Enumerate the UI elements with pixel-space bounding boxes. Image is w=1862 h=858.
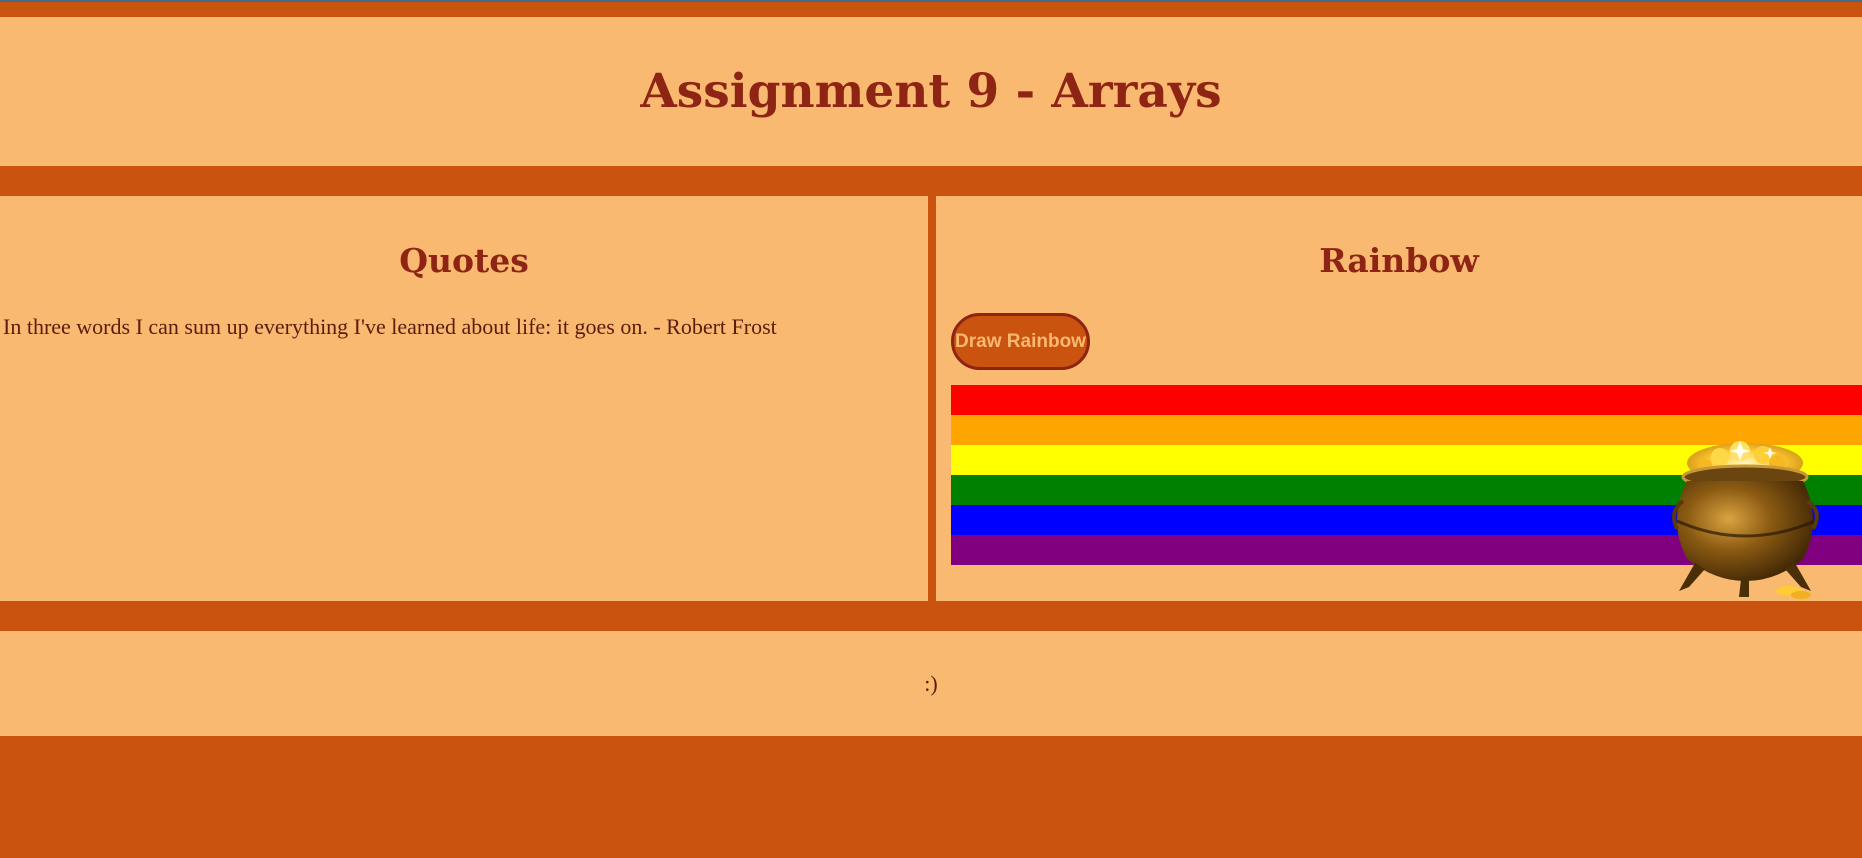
quotes-panel: Quotes In three words I can sum up every… <box>0 196 928 601</box>
top-border <box>0 0 1862 2</box>
quote-text: In three words I can sum up everything I… <box>3 314 777 339</box>
rainbow-panel: Rainbow Draw Rainbow <box>936 196 1862 601</box>
page-title: Assignment 9 - Arrays <box>640 64 1222 119</box>
page-header: Assignment 9 - Arrays <box>0 17 1862 166</box>
draw-rainbow-button[interactable]: Draw Rainbow <box>951 313 1090 370</box>
quotes-heading: Quotes <box>399 241 529 280</box>
footer-text: :) <box>924 670 938 696</box>
page-footer: :) <box>0 631 1862 736</box>
pot-of-gold-icon <box>1672 441 1819 599</box>
rainbow-heading: Rainbow <box>1319 241 1479 280</box>
rainbow-stripe-0 <box>951 385 1862 415</box>
